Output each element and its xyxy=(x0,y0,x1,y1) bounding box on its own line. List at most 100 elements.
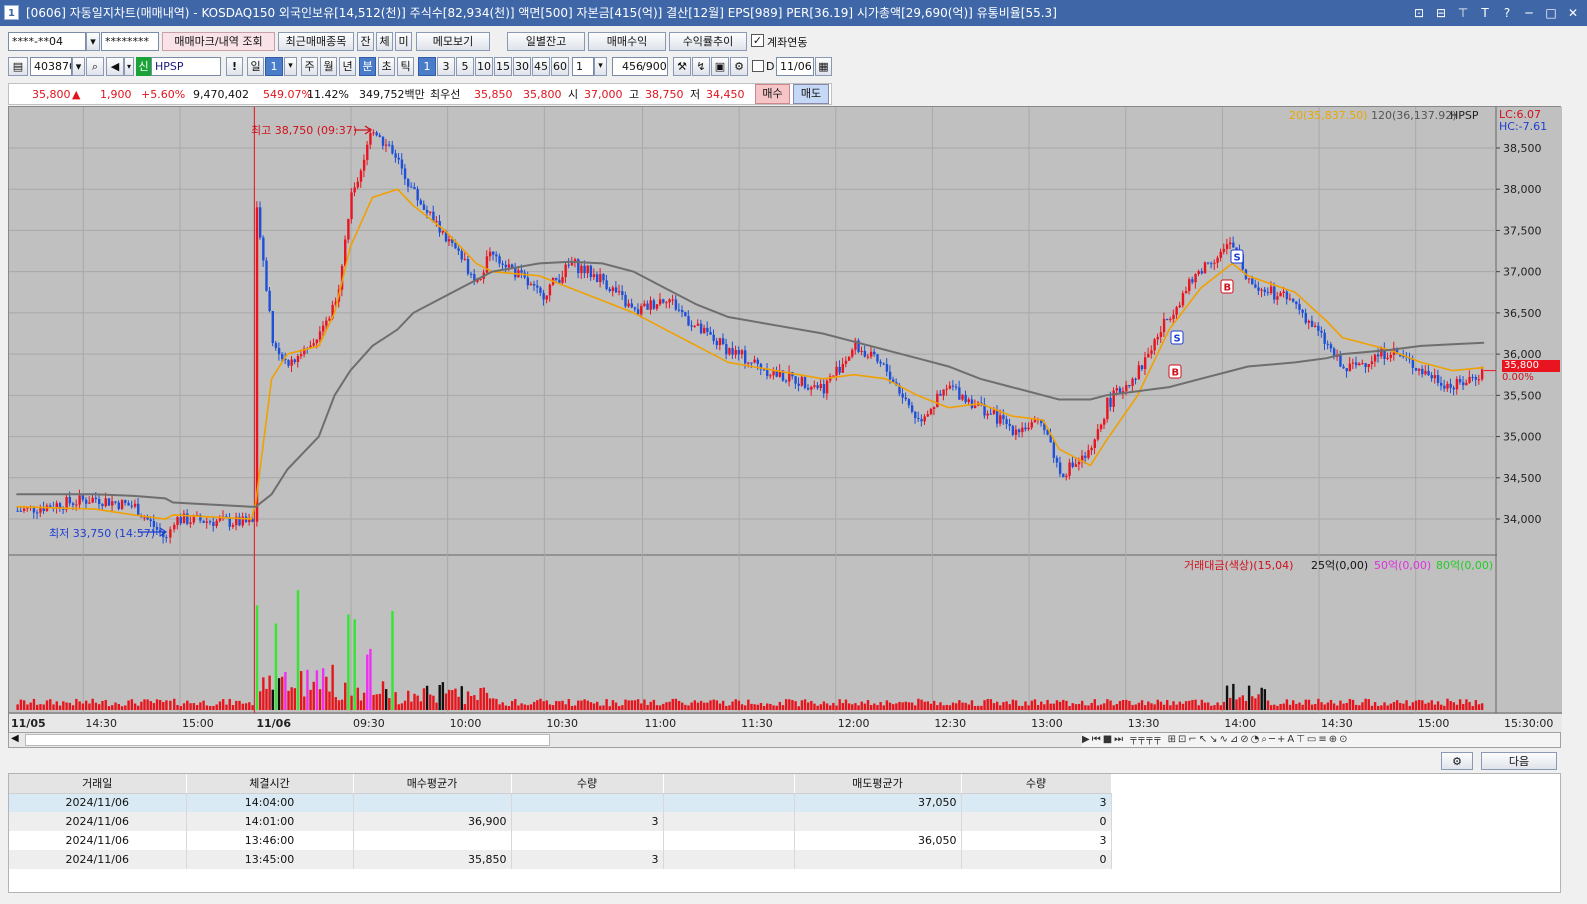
stop-icon[interactable]: ■ xyxy=(1103,734,1114,745)
volume-bar xyxy=(218,701,222,710)
date-input[interactable]: 11/06 xyxy=(776,57,814,76)
scroll-left-icon[interactable]: ◀ xyxy=(11,733,19,744)
table-row[interactable]: 2024/11/06 13:45:00 35,850 3 0 xyxy=(9,850,1112,869)
compare-icon[interactable]: ↯ xyxy=(692,57,710,76)
period-minute-button[interactable]: 분 xyxy=(359,57,376,76)
password-field[interactable]: ******** xyxy=(101,32,159,51)
draw-tools-icon[interactable]: ⊞⊡⌐↖↘∿⊿⊘◔⌕─+A⊤▭≡⊕⊙ xyxy=(1168,734,1350,745)
trade-profit-button[interactable]: 매매수익 xyxy=(588,32,666,51)
speaker-dropdown-icon[interactable]: ▾ xyxy=(124,57,134,76)
volume-bar xyxy=(706,702,709,710)
candle-body xyxy=(435,221,438,223)
candle-body xyxy=(822,384,826,394)
candle-body xyxy=(888,371,892,380)
unfilled-button[interactable]: 미 xyxy=(395,32,412,51)
candle-body xyxy=(806,387,810,390)
scrollbar-thumb[interactable] xyxy=(25,734,550,746)
period-tick-button[interactable]: 틱 xyxy=(397,57,414,76)
return-trend-button[interactable]: 수익률추이 xyxy=(669,32,747,51)
custom-interval-dropdown-icon[interactable]: ▾ xyxy=(594,57,607,76)
maximize-icon[interactable]: □ xyxy=(1543,0,1559,26)
col-sell-avg[interactable]: 매도평균가 xyxy=(794,774,962,794)
code-dropdown-icon[interactable]: ▾ xyxy=(72,57,85,76)
timeline-icon[interactable]: ╤╤╤╤ xyxy=(1130,734,1162,745)
symbol-code-input[interactable]: 403870 xyxy=(30,57,72,76)
alert-button[interactable]: ! xyxy=(226,57,243,76)
table-row[interactable]: 2024/11/06 14:04:00 37,050 3 xyxy=(9,793,1112,812)
executed-button[interactable]: 체 xyxy=(376,32,393,51)
volume-bar xyxy=(964,702,967,710)
indicator-icon[interactable]: ⚒ xyxy=(673,57,691,76)
candle-body xyxy=(403,168,407,179)
window-restore-icon[interactable]: ⊟ xyxy=(1433,0,1449,26)
period-dropdown-icon[interactable]: ▾ xyxy=(284,57,297,76)
col-buy-avg[interactable]: 매수평균가 xyxy=(353,774,512,794)
close-icon[interactable]: ✕ xyxy=(1565,0,1581,26)
price-tick-label: 38,500 xyxy=(1503,142,1542,155)
interval-3-button[interactable]: 3 xyxy=(437,57,455,76)
trade-mark-button[interactable]: 매매마크/내역 조회 xyxy=(162,32,275,51)
interval-60-button[interactable]: 60 xyxy=(551,57,569,76)
chart-tool-strip[interactable]: ▶⏮■⏭ ╤╤╤╤ ⊞⊡⌐↖↘∿⊿⊘◔⌕─+A⊤▭≡⊕⊙ xyxy=(1082,733,1560,747)
window-frame-icon[interactable]: ⊡ xyxy=(1411,0,1427,26)
volume-bar xyxy=(1197,705,1200,710)
candle-body xyxy=(955,386,958,388)
col-buy-qty[interactable]: 수량 xyxy=(511,774,664,794)
interval-45-button[interactable]: 45 xyxy=(532,57,550,76)
next-button[interactable]: 다음 xyxy=(1481,752,1557,770)
col-sell-qty[interactable]: 수량 xyxy=(961,774,1112,794)
search-icon[interactable]: ⌕ xyxy=(86,57,104,76)
calendar-icon[interactable]: ▦ xyxy=(815,57,832,76)
price-volume-chart[interactable]: 11/05 14:30 15:00 11/06 09:30 10:00 10:30 11:00… xyxy=(9,107,1562,733)
chart-scrollbar[interactable]: ◀ ▶⏮■⏭ ╤╤╤╤ ⊞⊡⌐↖↘∿⊿⊘◔⌕─+A⊤▭≡⊕⊙ xyxy=(8,732,1561,748)
buy-button[interactable]: 매수 xyxy=(755,84,790,104)
volume-bar xyxy=(920,699,923,710)
play-icon[interactable]: ▶ xyxy=(1082,734,1092,745)
volume-bar xyxy=(728,705,731,710)
custom-interval-input[interactable]: 1 xyxy=(572,57,594,76)
col-exec-time[interactable]: 체결시간 xyxy=(186,774,354,794)
candle-body xyxy=(687,316,690,326)
account-link-checkbox[interactable]: ✓ xyxy=(751,34,764,47)
interval-30-button[interactable]: 30 xyxy=(513,57,531,76)
account-dropdown-icon[interactable]: ▾ xyxy=(86,32,100,51)
help-icon[interactable]: ? xyxy=(1499,0,1515,26)
table-row[interactable]: 2024/11/06 14:01:00 36,900 3 0 xyxy=(9,812,1112,831)
candle-body xyxy=(1147,353,1150,358)
symbol-panel-icon[interactable]: ▤ xyxy=(8,57,28,76)
col-trade-date[interactable]: 거래일 xyxy=(9,774,187,794)
save-icon[interactable]: ▣ xyxy=(711,57,729,76)
rewind-icon[interactable]: ⏮ xyxy=(1092,734,1103,745)
speaker-icon[interactable]: ◀ xyxy=(106,57,124,76)
period-day-button[interactable]: 일 xyxy=(247,57,264,76)
gear-icon[interactable]: ⚙ xyxy=(730,57,748,76)
chart-area[interactable]: 11/05 14:30 15:00 11/06 09:30 10:00 10:30 11:00… xyxy=(8,106,1562,733)
table-settings-gear-icon[interactable]: ⚙ xyxy=(1441,752,1473,770)
forward-icon[interactable]: ⏭ xyxy=(1114,734,1125,745)
balance-button[interactable]: 잔 xyxy=(357,32,374,51)
date-checkbox[interactable] xyxy=(752,60,764,72)
account-field[interactable]: ****-**04 xyxy=(8,32,86,51)
period-week-button[interactable]: 주 xyxy=(301,57,318,76)
candle-body xyxy=(1298,304,1301,310)
font-icon[interactable]: T xyxy=(1477,0,1493,26)
candle-body xyxy=(88,502,91,504)
pin-icon[interactable]: ⊤ xyxy=(1455,0,1471,26)
interval-15-button[interactable]: 15 xyxy=(494,57,512,76)
volume-bar xyxy=(476,699,479,710)
interval-1-button[interactable]: 1 xyxy=(418,57,436,76)
period-year-button[interactable]: 년 xyxy=(339,57,356,76)
period-second-button[interactable]: 초 xyxy=(378,57,395,76)
table-row[interactable]: 2024/11/06 13:46:00 36,050 3 xyxy=(9,831,1112,850)
symbol-name-field[interactable]: HPSP xyxy=(151,57,221,76)
period-number-field[interactable]: 1 xyxy=(265,57,283,76)
interval-5-button[interactable]: 5 xyxy=(456,57,474,76)
daily-balance-button[interactable]: 일별잔고 xyxy=(507,32,585,51)
recent-trades-button[interactable]: 최근매매종목 xyxy=(278,32,354,51)
period-month-button[interactable]: 월 xyxy=(320,57,337,76)
sell-button[interactable]: 매도 xyxy=(793,84,829,104)
volume-bar xyxy=(1058,701,1062,710)
interval-10-button[interactable]: 10 xyxy=(475,57,493,76)
minimize-icon[interactable]: ─ xyxy=(1521,0,1537,26)
memo-button[interactable]: 메모보기 xyxy=(416,32,490,51)
